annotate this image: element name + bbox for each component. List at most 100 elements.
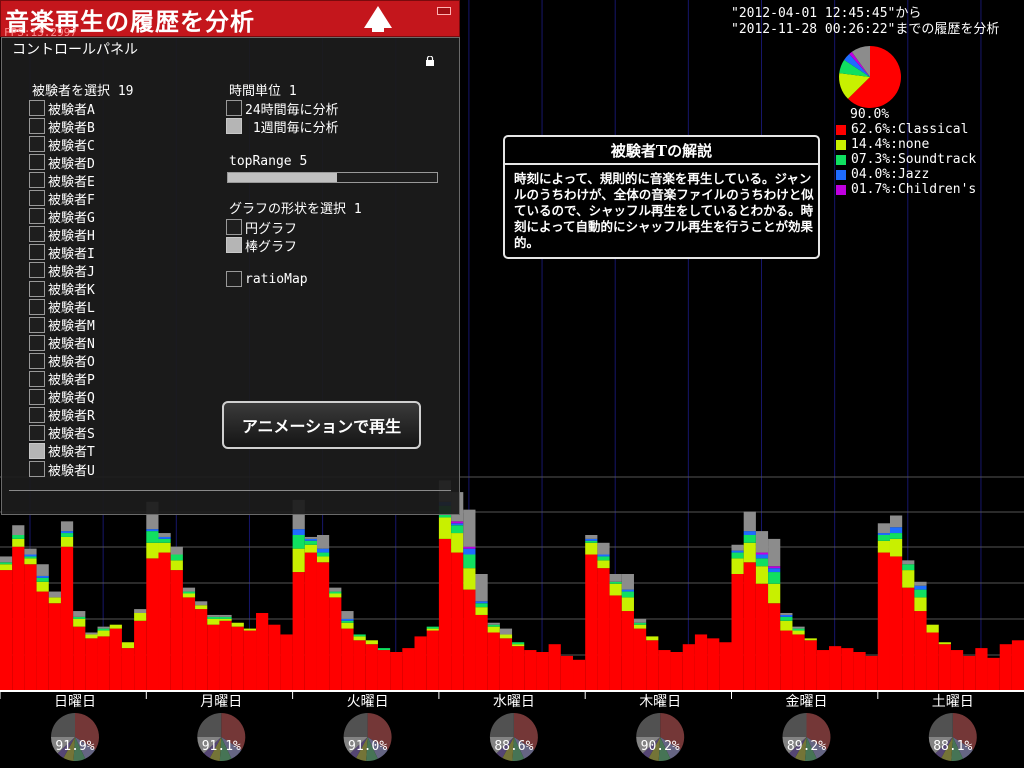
time-unit-24h-checkbox[interactable]: 24時間毎に分析 [226, 99, 339, 118]
checkbox-box[interactable] [29, 442, 45, 459]
bar-segment-Soundtrack [475, 603, 488, 608]
checkbox-box[interactable] [29, 172, 45, 189]
graph-shape-bar-checkbox[interactable]: 棒グラフ [226, 236, 297, 255]
checkbox-box[interactable] [29, 298, 45, 315]
bar-segment-Classical [914, 611, 927, 691]
checkbox-box[interactable] [226, 100, 242, 116]
checkbox-box[interactable] [29, 370, 45, 387]
checkbox-box[interactable] [29, 226, 45, 243]
subject-checkbox-被験者P[interactable]: 被験者P [29, 370, 95, 388]
bar-stack [316, 535, 330, 691]
checkbox-box[interactable] [226, 118, 242, 134]
subject-checkbox-被験者T[interactable]: 被験者T [29, 442, 95, 460]
subject-checkbox-被験者L[interactable]: 被験者L [29, 298, 95, 316]
bar-segment-Classical [548, 644, 561, 691]
bar-segment-Soundtrack [207, 616, 220, 619]
subject-checkbox-被験者U[interactable]: 被験者U [29, 460, 95, 479]
play-animation-button[interactable]: アニメーションで再生 [222, 401, 421, 449]
bar-segment-Classical [414, 636, 427, 691]
checkbox-box[interactable] [29, 334, 45, 351]
bar-segment-Jazz [463, 548, 476, 555]
subject-checkbox-被験者E[interactable]: 被験者E [29, 171, 95, 190]
subject-checkbox-被験者D[interactable]: 被験者D [29, 153, 95, 172]
subject-checkbox-被験者K[interactable]: 被験者K [29, 280, 95, 298]
checkbox-box[interactable] [29, 136, 45, 153]
explanation-text: 時刻によって、規則的に音楽を再生している。ジャンルのうちわけが、全体の音楽ファイ… [514, 171, 814, 250]
bar-segment-none [182, 593, 196, 598]
bar-stack [524, 650, 537, 691]
checkbox-box[interactable] [29, 244, 45, 261]
bar-stack [85, 632, 98, 691]
subject-checkbox-被験者C[interactable]: 被験者C [29, 135, 95, 154]
checkbox-box[interactable] [29, 424, 45, 441]
bar-segment-Jazz [341, 618, 354, 621]
day-pie: 88.6% [489, 713, 538, 761]
bar-stack [1011, 640, 1024, 691]
bar-segment-Classical [597, 568, 610, 691]
top-range-slider[interactable] [227, 172, 438, 183]
checkbox-box[interactable] [29, 262, 45, 279]
checkbox-box[interactable] [29, 190, 45, 207]
bar-segment-Classical [987, 657, 1000, 691]
checkbox-box[interactable] [29, 100, 45, 116]
legend-item: 01.7%:Children's [836, 182, 976, 197]
subject-checkbox-被験者R[interactable]: 被験者R [29, 406, 95, 424]
subject-checkbox-被験者I[interactable]: 被験者I [29, 243, 95, 262]
bar-segment-none [646, 636, 659, 641]
legend-label: 04.0%:Jazz [851, 167, 930, 182]
bar-segment-other [487, 622, 500, 625]
subject-checkbox-被験者J[interactable]: 被験者J [29, 261, 95, 280]
checkbox-box[interactable] [226, 237, 242, 253]
checkbox-box[interactable] [226, 219, 242, 235]
bar-segment-other [341, 611, 354, 619]
bar-segment-Soundtrack [12, 535, 25, 539]
bar-segment-Jazz [304, 538, 317, 541]
bar-stack [0, 556, 13, 691]
subject-checkbox-被験者O[interactable]: 被験者O [29, 352, 95, 370]
checkbox-box[interactable] [29, 406, 45, 423]
legend-label: 62.6%:Classical [851, 122, 969, 137]
overall-pie-chart [839, 46, 901, 109]
time-unit-1week-checkbox[interactable]: 1週間毎に分析 [226, 117, 339, 136]
checkbox-box[interactable] [29, 118, 45, 135]
checkbox-box[interactable] [29, 208, 45, 225]
minimize-button[interactable] [437, 7, 451, 15]
checkbox-box[interactable] [29, 154, 45, 171]
bar-stack [195, 601, 208, 691]
graph-shape-pie-checkbox[interactable]: 円グラフ [226, 218, 297, 237]
ratio-map-checkbox[interactable]: ratioMap [226, 270, 308, 288]
bar-stack [950, 650, 964, 691]
checkbox-box[interactable] [29, 388, 45, 405]
checkbox-label: 被験者M [48, 319, 95, 335]
bar-segment-other [743, 511, 756, 532]
bar-segment-other [36, 564, 49, 576]
subject-checkbox-被験者B[interactable]: 被験者B [29, 117, 95, 136]
subject-checkbox-被験者F[interactable]: 被験者F [29, 189, 95, 208]
bar-segment-other [207, 614, 220, 617]
bar-segment-Classical [1011, 640, 1024, 691]
checkbox-box[interactable] [29, 461, 45, 477]
bar-segment-Classical [768, 603, 781, 691]
subject-checkbox-被験者H[interactable]: 被験者H [29, 225, 95, 244]
lock-icon[interactable] [425, 56, 435, 66]
bar-segment-none [36, 581, 49, 592]
bar-segment-none [499, 634, 513, 639]
bar-segment-Classical [316, 562, 330, 691]
checkbox-box[interactable] [29, 280, 45, 297]
bar-stack [292, 499, 305, 691]
checkbox-box[interactable] [29, 316, 45, 333]
bar-segment-Classical [0, 570, 13, 691]
checkbox-box[interactable] [226, 271, 242, 287]
day-percent: 88.1% [933, 739, 972, 754]
bar-segment-none [633, 624, 647, 629]
bar-segment-other [597, 542, 610, 555]
subject-checkbox-被験者A[interactable]: 被験者A [29, 99, 95, 118]
subject-checkbox-被験者M[interactable]: 被験者M [29, 316, 95, 334]
checkbox-box[interactable] [29, 352, 45, 369]
subject-checkbox-被験者S[interactable]: 被験者S [29, 424, 95, 442]
bar-stack [24, 548, 37, 691]
subject-checkbox-被験者N[interactable]: 被験者N [29, 334, 95, 352]
subject-checkbox-被験者G[interactable]: 被験者G [29, 207, 95, 226]
bar-segment-Soundtrack [597, 556, 610, 561]
subject-checkbox-被験者Q[interactable]: 被験者Q [29, 388, 95, 406]
